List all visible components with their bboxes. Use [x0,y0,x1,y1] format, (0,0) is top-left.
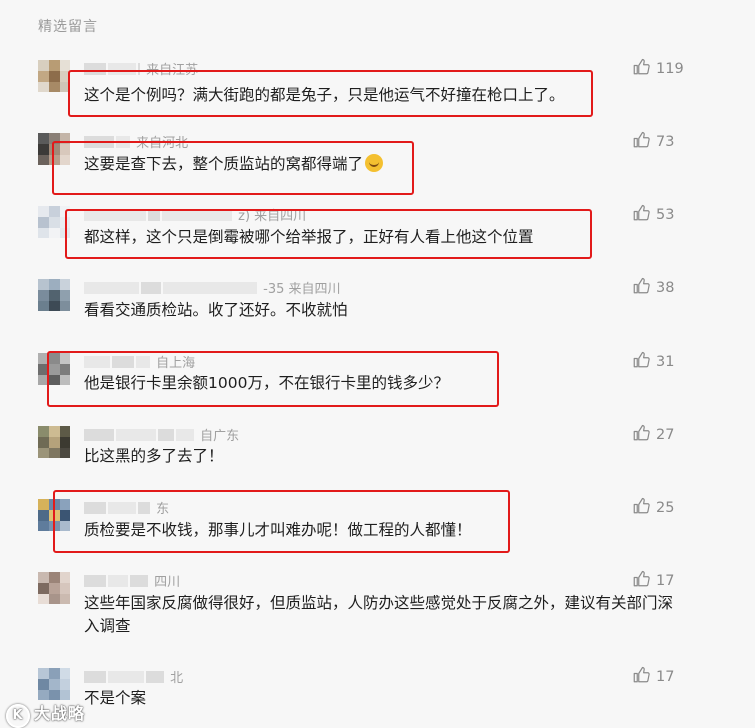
like-button[interactable]: 73 [632,131,675,153]
comment-meta: 来自江苏 [84,59,199,78]
like-button[interactable]: 31 [632,351,675,373]
comment-text: 质检要是不收钱，那事儿才叫难办呢！做工程的人都懂！ [84,521,472,539]
like-button[interactable]: 17 [632,570,675,592]
thumbs-up-icon [632,497,656,519]
comment-meta: 自上海 [84,352,196,371]
avatar[interactable] [38,279,70,311]
like-count: 17 [656,669,675,685]
comment-source: -35 来自四川 [263,282,341,297]
thumbs-up-icon [632,570,656,592]
avatar[interactable] [38,60,70,92]
comment-meta: -35 来自四川 [84,278,341,297]
comment-source: z) 来自四川 [238,209,307,224]
comment-source: 四川 [154,575,181,590]
comment-text: 比这黑的多了去了！ [84,447,224,465]
avatar[interactable] [38,668,70,700]
like-button[interactable]: 119 [632,58,684,80]
comment-text: 这个是个例吗？满大街跑的都是兔子，只是他运气不好撞在枪口上了。 [84,86,565,104]
comment-meta: 来自河北 [84,132,189,151]
comment-text: 都这样，这个只是倒霉被哪个给举报了，正好有人看上他这个位置 [84,228,534,246]
watermark-logo-icon: K [6,704,30,728]
like-count: 25 [656,500,675,516]
like-button[interactable]: 27 [632,424,675,446]
thumbs-up-icon [632,204,656,226]
like-count: 31 [656,354,675,370]
avatar[interactable] [38,499,70,531]
like-button[interactable]: 17 [632,666,675,688]
comment-text: 他是银行卡里余额1000万，不在银行卡里的钱多少？ [84,374,449,392]
like-button[interactable]: 25 [632,497,675,519]
laughing-emoji-icon [365,154,384,172]
section-title: 精选留言 [38,19,98,35]
thumbs-up-icon [632,424,656,446]
like-count: 53 [656,207,675,223]
comment-source: 自广东 [200,429,240,444]
like-count: 119 [656,61,684,77]
comment-source: 东 [156,502,170,517]
comment-text: 看看交通质检站。收了还好。不收就怕 [84,301,348,319]
thumbs-up-icon [632,351,656,373]
thumbs-up-icon [632,666,656,688]
comment-text: 这些年国家反腐做得很好，但质监站，人防办这些感觉处于反腐之外，建议有关部门深入调… [84,594,674,635]
like-count: 38 [656,280,675,296]
comment-text: 不是个案 [84,689,147,707]
avatar[interactable] [38,426,70,458]
comment-meta: 北 [84,667,184,686]
like-button[interactable]: 53 [632,204,675,226]
comment-source: 来自江苏 [146,63,199,78]
comment-meta: z) 来自四川 [84,205,307,224]
comment-source: 来自河北 [136,136,189,151]
comment-meta: 自广东 [84,425,240,444]
watermark-text: 大战略 [34,704,86,723]
avatar[interactable] [38,353,70,385]
like-count: 73 [656,134,675,150]
like-count: 27 [656,427,675,443]
thumbs-up-icon [632,277,656,299]
avatar[interactable] [38,572,70,604]
comment-source: 北 [170,671,184,686]
like-count: 17 [656,573,675,589]
comment-text-content: 这要是查下去，整个质监站的窝都得端了 [84,155,364,173]
comment-meta: 东 [84,498,170,517]
comment-source: 自上海 [156,356,196,371]
thumbs-up-icon [632,58,656,80]
watermark: K 大战略 [6,700,85,728]
avatar[interactable] [38,133,70,165]
avatar[interactable] [38,206,70,238]
like-button[interactable]: 38 [632,277,675,299]
thumbs-up-icon [632,131,656,153]
comment-meta: 四川 [84,571,181,590]
comment-text: 这要是查下去，整个质监站的窝都得端了 [84,153,384,176]
